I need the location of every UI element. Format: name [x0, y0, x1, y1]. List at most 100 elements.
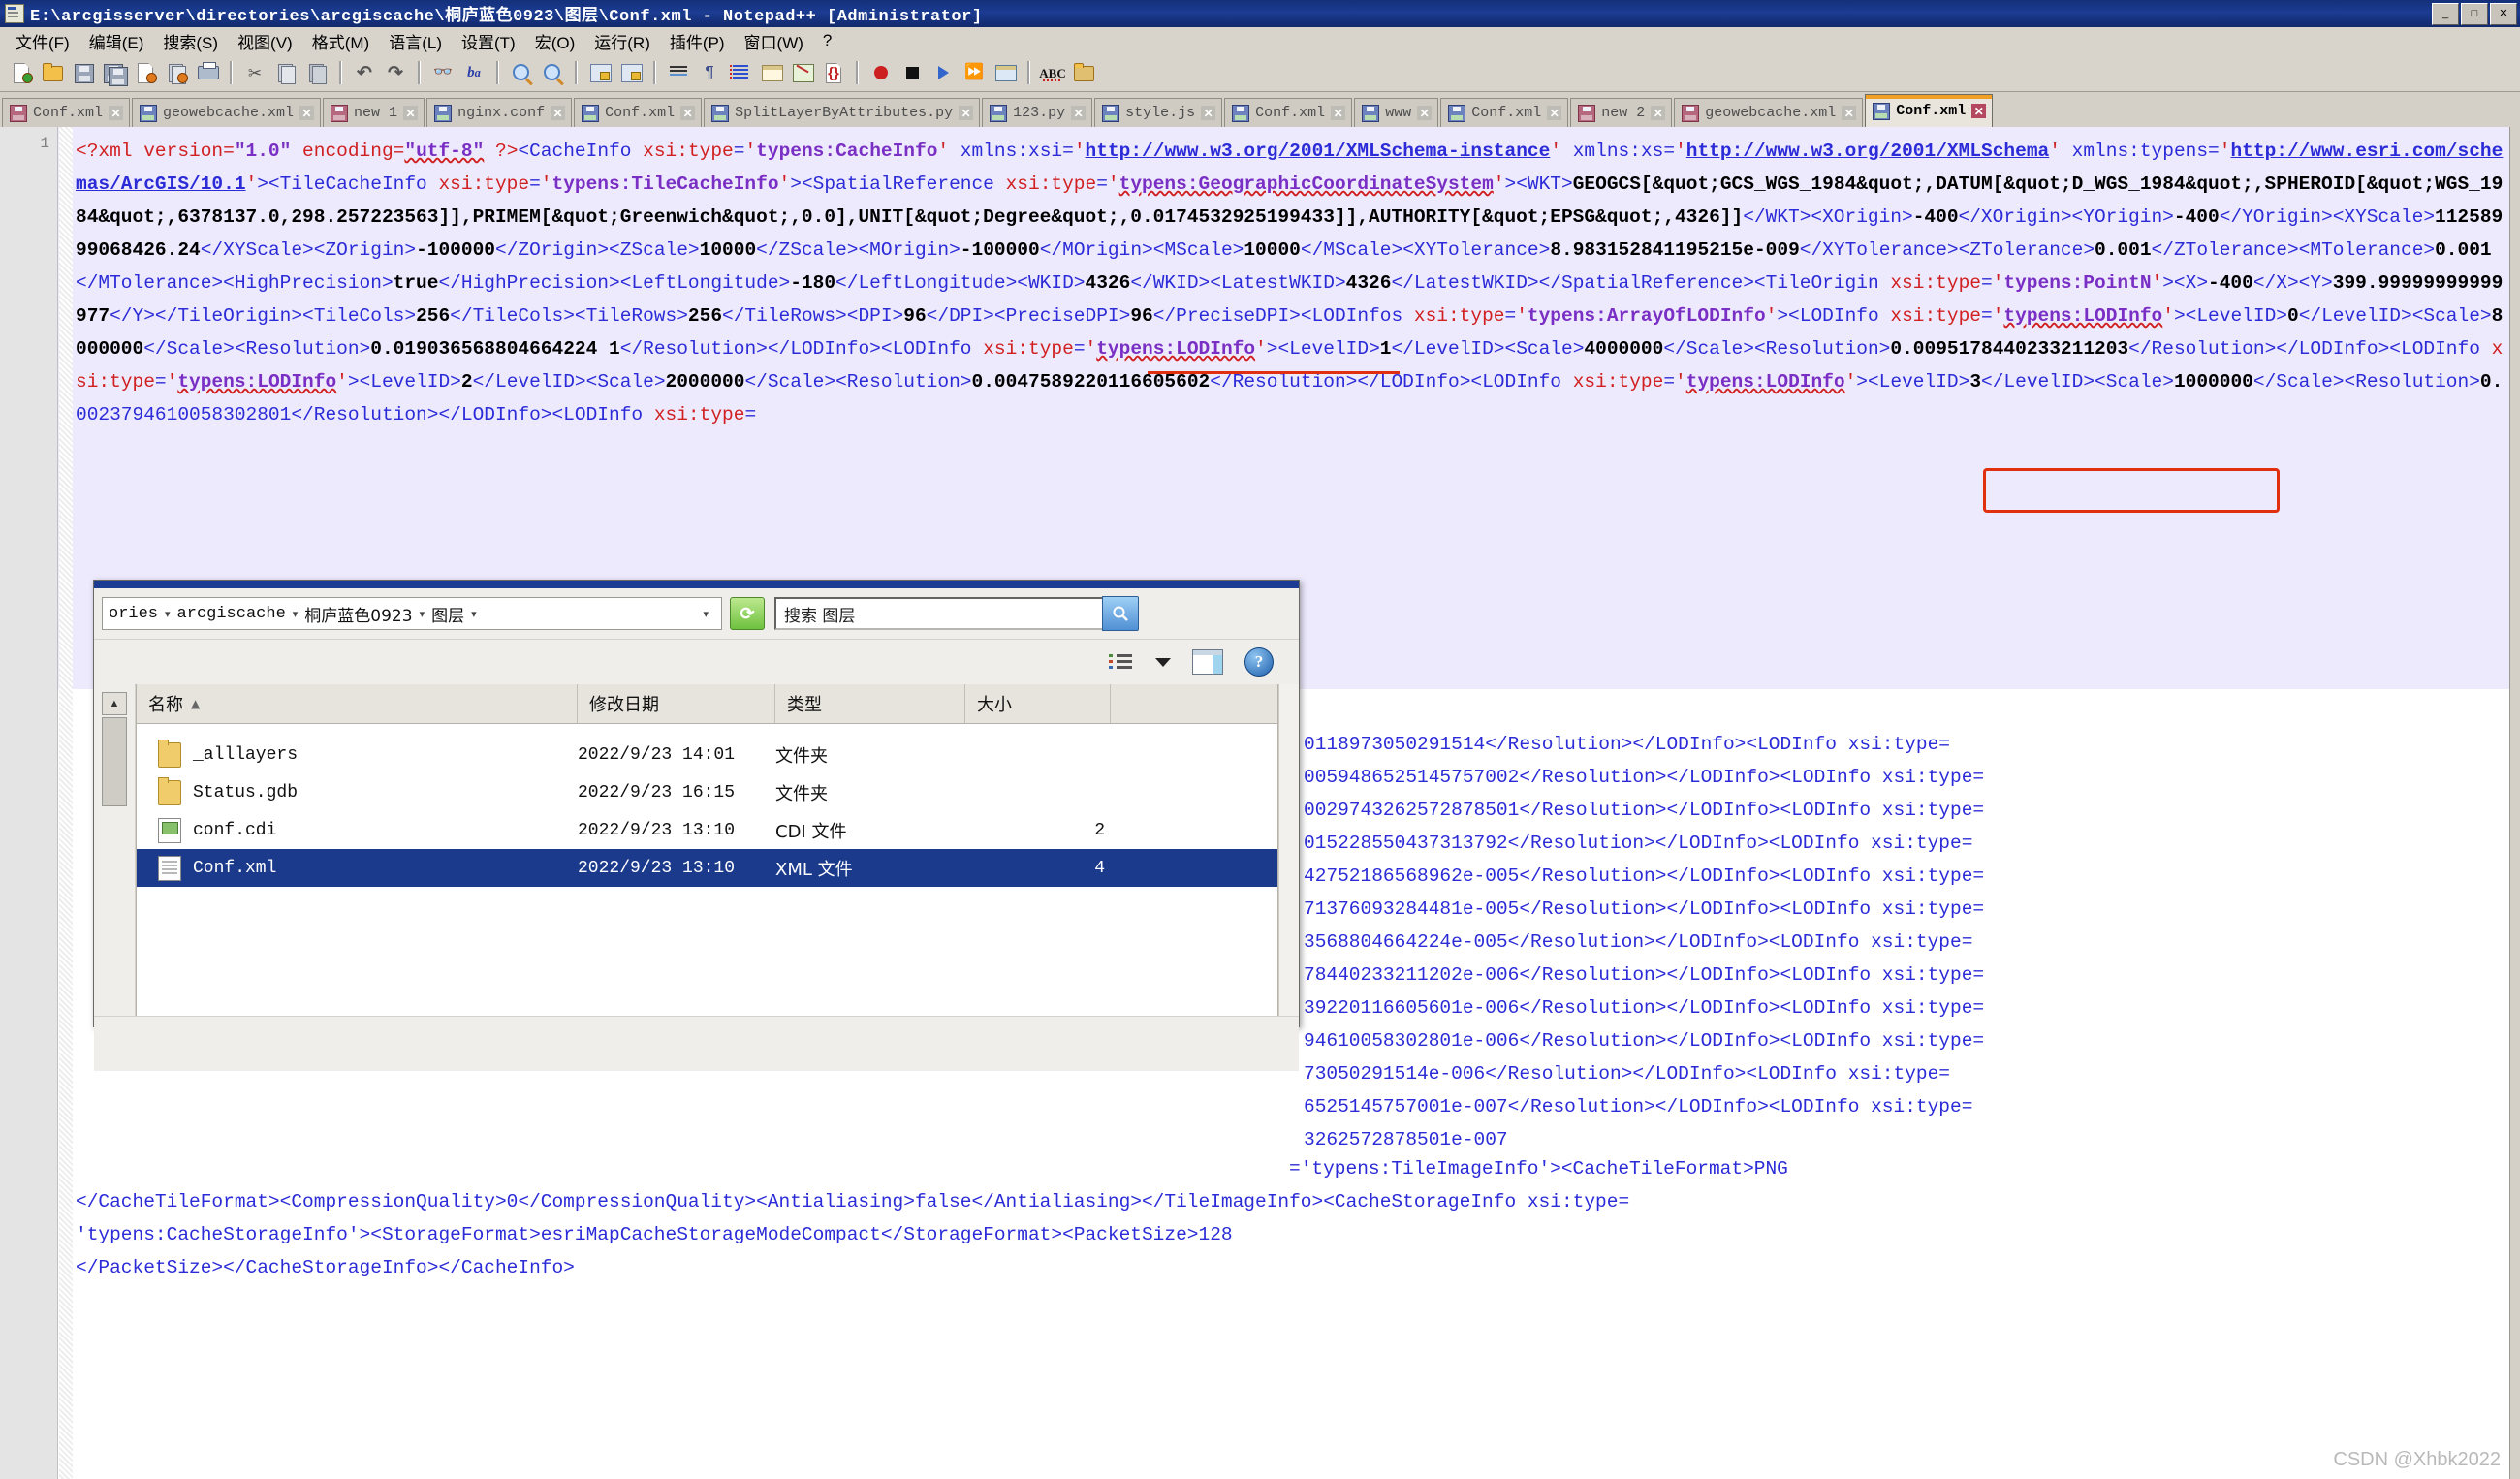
table-row[interactable]: Status.gdb 2022/9/23 16:15 文件夹: [137, 773, 1277, 811]
close-file-icon[interactable]: [132, 59, 159, 86]
breadcrumb-item-layer[interactable]: 图层: [431, 602, 464, 626]
copy-icon[interactable]: [272, 59, 299, 86]
menu-item-language[interactable]: 语言(L): [379, 27, 452, 55]
new-file-icon[interactable]: [8, 59, 35, 86]
tab-conf-xml-3[interactable]: Conf.xml ✕: [1224, 98, 1353, 127]
menu-item-file[interactable]: 文件(F): [6, 27, 79, 55]
breadcrumb[interactable]: ories ▾ arcgiscache ▾ 桐庐蓝色0923 ▾ 图层 ▾ ▾: [102, 597, 722, 630]
preview-pane-icon[interactable]: [1192, 649, 1223, 675]
undo-icon[interactable]: ↶: [351, 59, 378, 86]
menu-item-search[interactable]: 搜索(S): [153, 27, 228, 55]
tab-style-js[interactable]: style.js ✕: [1094, 98, 1223, 127]
scrollbar-thumb[interactable]: [102, 717, 127, 806]
chevron-down-icon[interactable]: ▾: [165, 608, 171, 620]
spell-check-icon[interactable]: ABC: [1039, 59, 1066, 86]
ui-display-icon[interactable]: [758, 59, 785, 86]
chevron-down-icon[interactable]: ▾: [293, 608, 299, 620]
column-header-date[interactable]: 修改日期: [578, 684, 775, 723]
file-list-scrollbar[interactable]: [1278, 684, 1299, 1016]
tab-www[interactable]: www ✕: [1354, 98, 1439, 127]
breadcrumb-item-cache-folder[interactable]: 桐庐蓝色0923: [304, 602, 412, 626]
tab-close-icon[interactable]: ✕: [299, 106, 315, 120]
column-header-type[interactable]: 类型: [775, 684, 965, 723]
tab-close-icon[interactable]: ✕: [1971, 104, 1987, 118]
paste-icon[interactable]: [303, 59, 331, 86]
save-icon[interactable]: [70, 59, 97, 86]
close-all-icon[interactable]: [163, 59, 190, 86]
indent-guide-icon[interactable]: [727, 59, 754, 86]
chevron-down-icon[interactable]: ▾: [471, 608, 477, 620]
stop-macro-icon[interactable]: [898, 59, 926, 86]
file-open-dialog[interactable]: ories ▾ arcgiscache ▾ 桐庐蓝色0923 ▾ 图层 ▾ ▾ …: [93, 580, 1300, 1071]
tab-close-icon[interactable]: ✕: [1201, 106, 1216, 120]
xml-source-text[interactable]: <?xml version="1.0" encoding="utf-8" ?><…: [76, 135, 2508, 431]
menu-item-format[interactable]: 格式(M): [302, 27, 379, 55]
table-row[interactable]: _alllayers 2022/9/23 14:01 文件夹: [137, 736, 1277, 773]
search-icon[interactable]: [1102, 596, 1139, 631]
menu-item-plugins[interactable]: 插件(P): [660, 27, 735, 55]
cut-icon[interactable]: ✂: [241, 59, 268, 86]
close-button[interactable]: ✕: [2490, 3, 2517, 25]
tab-close-icon[interactable]: ✕: [551, 106, 566, 120]
tab-close-icon[interactable]: ✕: [1071, 106, 1087, 120]
table-row[interactable]: Conf.xml 2022/9/23 13:10 XML 文件 4: [137, 849, 1277, 887]
sync-horizontal-icon[interactable]: [617, 59, 645, 86]
menu-item-edit[interactable]: 编辑(E): [79, 27, 154, 55]
tab-geowebcache-xml-1[interactable]: geowebcache.xml ✕: [132, 98, 322, 127]
tab-conf-xml-4[interactable]: Conf.xml ✕: [1440, 98, 1569, 127]
zoom-in-icon[interactable]: [508, 59, 535, 86]
tab-close-icon[interactable]: ✕: [403, 106, 419, 120]
tab-conf-xml-1[interactable]: Conf.xml ✕: [2, 98, 131, 127]
menu-item-help[interactable]: ?: [813, 29, 841, 52]
tab-splitlayerbyattributes-py[interactable]: SplitLayerByAttributes.py ✕: [704, 98, 981, 127]
maximize-button[interactable]: □: [2461, 3, 2488, 25]
redo-icon[interactable]: ↷: [382, 59, 409, 86]
fast-play-macro-icon[interactable]: ⏩: [961, 59, 988, 86]
breadcrumb-history-dropdown-icon[interactable]: ▾: [703, 608, 709, 620]
menu-item-view[interactable]: 视图(V): [228, 27, 302, 55]
show-all-chars-icon[interactable]: ¶: [696, 59, 723, 86]
breadcrumb-item-arcgiscache[interactable]: arcgiscache: [177, 605, 286, 623]
tab-close-icon[interactable]: ✕: [1547, 106, 1562, 120]
tab-close-icon[interactable]: ✕: [109, 106, 124, 120]
list-view-icon[interactable]: [1109, 651, 1134, 673]
open-file-icon[interactable]: [39, 59, 66, 86]
tab-close-icon[interactable]: ✕: [1651, 106, 1666, 120]
menu-item-macro[interactable]: 宏(O): [525, 27, 585, 55]
menu-item-window[interactable]: 窗口(W): [735, 27, 813, 55]
sync-vertical-icon[interactable]: [586, 59, 614, 86]
tab-new-1[interactable]: new 1 ✕: [323, 98, 425, 127]
play-macro-icon[interactable]: [929, 59, 957, 86]
folder-workspace-icon[interactable]: [1070, 59, 1097, 86]
minimize-button[interactable]: _: [2432, 3, 2459, 25]
dialog-left-scrollbar[interactable]: ▲: [94, 684, 136, 1016]
word-wrap-icon[interactable]: [665, 59, 692, 86]
chevron-down-icon[interactable]: [1155, 657, 1171, 667]
scroll-up-icon[interactable]: ▲: [102, 692, 127, 715]
print-icon[interactable]: [194, 59, 221, 86]
tab-close-icon[interactable]: ✕: [680, 106, 696, 120]
tab-nginx-conf[interactable]: nginx.conf ✕: [426, 98, 573, 127]
tab-close-icon[interactable]: ✕: [959, 106, 974, 120]
save-all-icon[interactable]: [101, 59, 128, 86]
column-header-size[interactable]: 大小: [965, 684, 1111, 723]
replace-icon[interactable]: ba: [460, 59, 488, 86]
find-icon[interactable]: 👓: [429, 59, 457, 86]
document-map-icon[interactable]: [789, 59, 816, 86]
tab-close-icon[interactable]: ✕: [1417, 106, 1433, 120]
menu-item-run[interactable]: 运行(R): [584, 27, 660, 55]
refresh-button[interactable]: ⟳: [730, 597, 765, 630]
menu-item-settings[interactable]: 设置(T): [452, 27, 525, 55]
tab-close-icon[interactable]: ✕: [1842, 106, 1857, 120]
file-list[interactable]: 名称 ▲ 修改日期 类型 大小 _alllayers 2022/9/23 14:…: [136, 684, 1278, 1016]
search-input[interactable]: 搜索 图层: [774, 597, 1104, 630]
tab-geowebcache-xml-2[interactable]: geowebcache.xml ✕: [1674, 98, 1864, 127]
record-macro-icon[interactable]: [867, 59, 895, 86]
table-row[interactable]: conf.cdi 2022/9/23 13:10 CDI 文件 2: [137, 811, 1277, 849]
tab-new-2[interactable]: new 2 ✕: [1570, 98, 1673, 127]
save-macro-icon[interactable]: [992, 59, 1019, 86]
function-list-icon[interactable]: {}: [820, 59, 847, 86]
tab-conf-xml-active[interactable]: Conf.xml ✕: [1865, 94, 1994, 127]
breadcrumb-item-directories[interactable]: ories: [109, 605, 158, 623]
column-header-name[interactable]: 名称 ▲: [137, 684, 578, 723]
